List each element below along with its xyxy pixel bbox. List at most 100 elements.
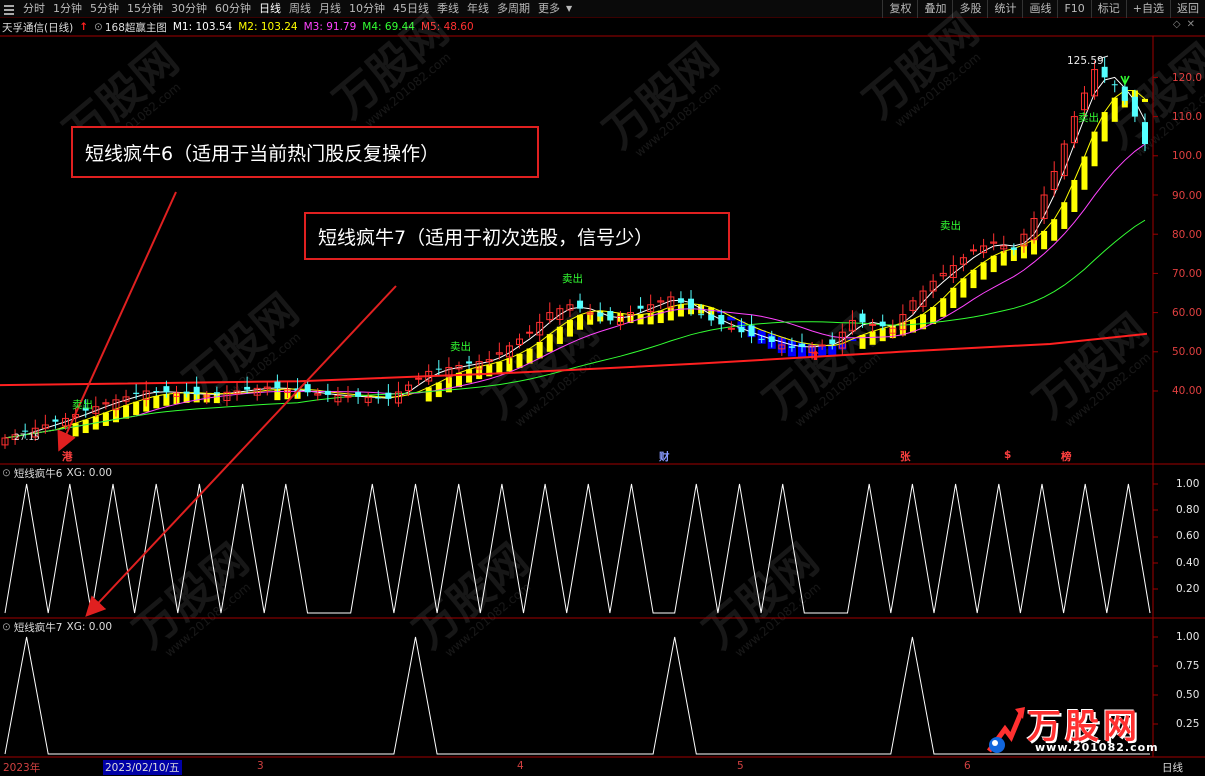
watermark: 万股网www.201082.com — [594, 35, 728, 160]
price-tick: 120.0 — [1172, 72, 1203, 84]
candle-body-up — [415, 377, 423, 380]
sub2-legend: ⊙ 短线疯牛7 XG: 0.00 — [0, 620, 112, 634]
buy-arrow-icon: ⬆ — [810, 349, 821, 364]
candle-body-down — [677, 298, 684, 303]
bull-band-block — [526, 348, 533, 364]
candle-body-up — [344, 395, 352, 398]
sub2-tick: 1.00 — [1176, 631, 1200, 643]
bull-band-block — [950, 287, 957, 309]
low-price-label: 27.15 — [14, 433, 40, 443]
bull-band-block — [990, 255, 997, 273]
candle-body-down — [163, 386, 170, 393]
event-marker[interactable]: $ — [1004, 449, 1011, 461]
down-arrow-icon — [1120, 75, 1130, 86]
candle-body-down — [22, 430, 29, 432]
bear-band-block — [727, 316, 736, 321]
sell-signal: 卖出 — [450, 341, 471, 353]
event-marker[interactable]: 港 — [62, 449, 73, 464]
candle-body-down — [133, 392, 140, 394]
sell-signal: 卖出 — [940, 220, 961, 232]
callout-short-bull-6: 短线疯牛6（适用于当前热门股反复操作） — [71, 126, 539, 178]
watermark: 万股网www.201082.com — [1024, 305, 1158, 430]
callout-text-6: 短线疯牛6（适用于当前热门股反复操作） — [85, 142, 440, 165]
event-marker[interactable]: 财 — [659, 449, 670, 464]
bull-band-block — [133, 401, 140, 416]
bull-band-block — [536, 342, 543, 359]
sub1-legend: ⊙ 短线疯牛6 XG: 0.00 — [0, 466, 112, 480]
candle-body-down — [1111, 84, 1118, 86]
candle-body-down — [1142, 122, 1148, 145]
candle-body-down — [798, 343, 805, 347]
bull-band-block — [869, 331, 876, 345]
callout-short-bull-7: 短线疯牛7（适用于初次选股，信号少） — [304, 212, 730, 260]
chart-canvas[interactable]: 万股网www.201082.com 万股网www.201082.com 万股网www… — [0, 0, 1205, 776]
candle-body-down — [698, 314, 705, 316]
sell-signal: 卖出 — [1078, 112, 1099, 124]
x-axis-month: 5 — [737, 760, 744, 772]
sub2-tick: 0.75 — [1176, 660, 1200, 672]
sub2-name[interactable]: 短线疯牛7 — [14, 620, 63, 635]
price-tick: 90.00 — [1172, 190, 1203, 202]
candle-body-up — [869, 323, 877, 326]
candle-body-down — [768, 336, 775, 342]
candle-body-down — [577, 300, 584, 309]
bull-band-block — [82, 419, 89, 434]
bull-band-block — [940, 298, 947, 317]
price-tick: 70.00 — [1172, 268, 1203, 280]
logo-url: www.201082.com — [1035, 741, 1159, 754]
sub1-settings-icon[interactable]: ⊙ — [2, 467, 11, 479]
candle-body-down — [183, 391, 190, 394]
bull-band-block — [72, 423, 79, 437]
price-tick: 60.00 — [1172, 307, 1203, 319]
bull-band-block — [960, 278, 967, 298]
candle-body-up — [818, 344, 826, 347]
watermarks: 万股网www.201082.com 万股网www.201082.com 万股网www… — [54, 5, 1205, 660]
bull-band-block — [102, 412, 109, 426]
bull-band-block — [425, 387, 432, 402]
period-indicator: 日线 — [1162, 762, 1183, 774]
candle-body-up — [727, 327, 735, 330]
bull-band-block — [1000, 251, 1007, 266]
candle-body-down — [879, 321, 886, 327]
logo-arrow-icon — [986, 707, 1025, 753]
watermark: 万股网www.201082.com — [404, 535, 538, 660]
candle-body-down — [466, 361, 473, 364]
callout-text-7: 短线疯牛7（适用于初次选股，信号少） — [318, 226, 654, 249]
candle-body-down — [1131, 96, 1138, 117]
candle-body-down — [375, 397, 382, 399]
bull-band-block — [1142, 98, 1148, 102]
site-logo: 万股网 www.201082.com — [985, 697, 1185, 759]
candle-body-down — [829, 339, 836, 344]
candle-body-down — [324, 390, 331, 395]
bull-band-block — [577, 314, 584, 330]
x-axis-year: 2023年 — [3, 762, 41, 774]
bull-band-block — [153, 396, 160, 409]
candle-body-down — [708, 314, 715, 321]
candle-body-down — [738, 326, 745, 333]
candle-body-down — [597, 312, 604, 317]
candle-body-up — [526, 331, 534, 334]
candle-body-down — [788, 346, 795, 348]
x-axis-month: 4 — [517, 760, 524, 772]
sub1-name[interactable]: 短线疯牛6 — [14, 466, 63, 481]
candle-body-down — [718, 314, 725, 325]
sell-signal: 卖出 — [562, 273, 583, 285]
candle-body-down — [1121, 86, 1128, 101]
event-marker[interactable]: 榜 — [1061, 449, 1072, 464]
candle-body-down — [193, 386, 200, 395]
sub1-tick: 0.60 — [1176, 530, 1200, 542]
candle-body-down — [748, 325, 755, 337]
sub1-tick: 0.80 — [1176, 504, 1200, 516]
candle-body-down — [637, 305, 644, 309]
watermark: 万股网www.201082.com — [854, 5, 988, 130]
bull-band-block — [566, 319, 573, 337]
sub1-value: XG: 0.00 — [66, 467, 113, 479]
candle-body-down — [607, 311, 614, 321]
sub2-settings-icon[interactable]: ⊙ — [2, 621, 11, 633]
bull-band-block — [1041, 230, 1048, 250]
event-marker[interactable]: 张 — [900, 449, 911, 464]
bull-band-block — [980, 262, 987, 280]
bull-band-block — [123, 405, 130, 419]
candle-body-down — [52, 419, 59, 422]
x-axis-month: 3 — [257, 760, 264, 772]
